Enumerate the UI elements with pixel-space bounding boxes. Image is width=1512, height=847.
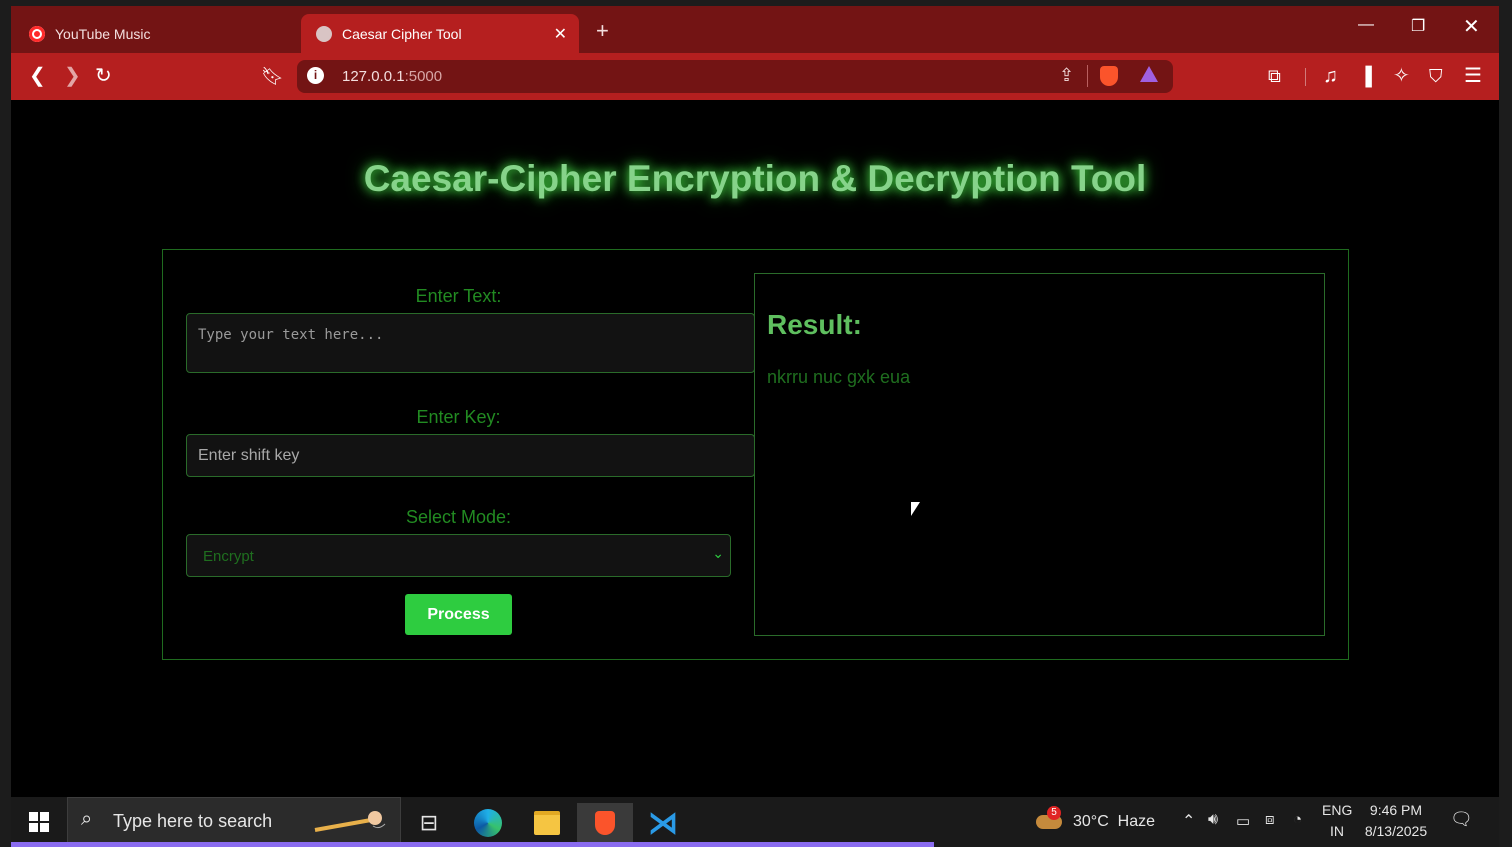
brave-browser-icon[interactable] bbox=[577, 803, 633, 843]
divider bbox=[1087, 65, 1088, 87]
loading-progress-bar bbox=[11, 842, 934, 847]
text-input[interactable]: Type your text here... bbox=[186, 313, 755, 373]
notification-icon[interactable]: 🗨︎ bbox=[1450, 809, 1473, 830]
mode-label: Select Mode: bbox=[405, 507, 512, 527]
vscode-icon[interactable]: ⋊ bbox=[641, 803, 685, 843]
mode-selected-value: Encrypt bbox=[203, 548, 254, 565]
language-indicator[interactable]: ENG IN bbox=[1322, 802, 1352, 839]
share-icon[interactable]: ⇪ bbox=[1059, 65, 1074, 86]
file-explorer-icon[interactable] bbox=[525, 803, 569, 843]
wifi-icon[interactable]: ◔ bbox=[1293, 811, 1302, 828]
brave-shields-icon[interactable] bbox=[1100, 66, 1118, 86]
process-button[interactable]: Process bbox=[405, 594, 512, 635]
key-label: Enter Key: bbox=[416, 407, 501, 427]
volume-icon[interactable]: 🔊︎ bbox=[1208, 811, 1218, 829]
mode-select[interactable]: Encrypt ⌄ bbox=[186, 534, 731, 577]
text-label: Enter Text: bbox=[415, 286, 502, 306]
tab-caesar-cipher[interactable]: Caesar Cipher Tool ✕ bbox=[301, 14, 579, 53]
toolbar-divider bbox=[1305, 68, 1306, 86]
clock-date: 8/13/2025 bbox=[1364, 823, 1428, 839]
vpn-icon[interactable]: ⛉ bbox=[1429, 64, 1443, 88]
weather-icon[interactable]: 5 bbox=[1036, 806, 1062, 833]
reload-icon[interactable]: ↻ bbox=[95, 64, 112, 88]
browser-tab-strip: YouTube Music Caesar Cipher Tool ✕ + — ❐… bbox=[11, 6, 1499, 53]
taskbar-search-box[interactable]: ⌕ Type here to search bbox=[67, 797, 401, 844]
address-bar[interactable]: i 127.0.0.1:5000 ⇪ bbox=[297, 60, 1173, 93]
language-code: ENG bbox=[1322, 802, 1353, 818]
menu-icon[interactable]: ☰ bbox=[1464, 64, 1482, 88]
restore-icon[interactable]: ❐ bbox=[1411, 16, 1425, 36]
back-icon[interactable]: ❮ bbox=[29, 64, 46, 88]
browser-toolbar: ❮ ❯ ↻ 🔖︎ i 127.0.0.1:5000 ⇪ ⧉ ♫ ▐ ✧ ⛉ ☰ bbox=[11, 53, 1499, 100]
task-view-icon[interactable]: ⊟ bbox=[407, 803, 451, 843]
clock[interactable]: 9:46 PM 8/13/2025 bbox=[1356, 802, 1436, 839]
globe-icon bbox=[316, 25, 332, 42]
cipher-panel: Enter Text: Type your text here... Enter… bbox=[162, 249, 1349, 660]
windows-start-icon[interactable] bbox=[29, 812, 49, 832]
chevron-down-icon: ⌄ bbox=[712, 545, 724, 561]
close-window-icon[interactable]: ✕ bbox=[1463, 14, 1480, 39]
youtube-music-icon bbox=[29, 25, 45, 42]
minimize-icon[interactable]: — bbox=[1358, 16, 1374, 34]
tab-title: YouTube Music bbox=[55, 25, 151, 42]
edge-icon[interactable] bbox=[466, 803, 510, 843]
music-icon[interactable]: ♫ bbox=[1323, 64, 1338, 88]
search-icon: ⌕ bbox=[81, 808, 93, 830]
text-input-placeholder: Type your text here... bbox=[198, 327, 384, 343]
search-placeholder: Type here to search bbox=[113, 811, 273, 831]
tab-search-icon[interactable]: ⧉ bbox=[1268, 64, 1281, 88]
tab-youtube-music[interactable]: YouTube Music bbox=[29, 14, 299, 53]
search-highlight-illustration bbox=[313, 808, 393, 838]
page-content: Caesar-Cipher Encryption & Decryption To… bbox=[11, 100, 1499, 797]
region-code: IN bbox=[1330, 823, 1344, 839]
page-title: Caesar-Cipher Encryption & Decryption To… bbox=[363, 158, 1147, 199]
url-port: :5000 bbox=[404, 68, 443, 85]
show-hidden-icons-icon[interactable]: ⌃ bbox=[1182, 811, 1195, 831]
bookmark-icon[interactable]: 🔖︎ bbox=[261, 64, 284, 88]
tab-title: Caesar Cipher Tool bbox=[342, 25, 462, 42]
shift-key-input[interactable]: Enter shift key bbox=[186, 434, 755, 477]
close-tab-icon[interactable]: ✕ bbox=[554, 24, 567, 44]
meet-icon[interactable]: ⧈ bbox=[1265, 811, 1275, 828]
clock-time: 9:46 PM bbox=[1369, 802, 1423, 818]
result-panel: Result: nkrru nuc gxk eua bbox=[754, 273, 1325, 636]
result-output: nkrru nuc gxk eua bbox=[767, 367, 911, 387]
site-info-icon[interactable]: i bbox=[307, 67, 324, 84]
leo-ai-icon[interactable]: ✧ bbox=[1393, 64, 1410, 88]
url-text: 127.0.0.1:5000 bbox=[342, 68, 442, 85]
windows-taskbar: ⌕ Type here to search ⊟ ⋊ 5 30°C Haze ⌃ … bbox=[11, 797, 1499, 847]
weather-text[interactable]: 30°C Haze bbox=[1073, 813, 1155, 831]
battery-icon[interactable]: ▭ bbox=[1236, 812, 1250, 830]
url-host: 127.0.0.1 bbox=[342, 68, 405, 85]
mouse-cursor-icon bbox=[911, 502, 920, 516]
sidebar-icon[interactable]: ▐ bbox=[1359, 64, 1372, 88]
key-input-placeholder: Enter shift key bbox=[198, 447, 300, 464]
weather-badge: 5 bbox=[1047, 806, 1061, 820]
brave-rewards-icon[interactable] bbox=[1140, 66, 1158, 82]
forward-icon[interactable]: ❯ bbox=[64, 64, 81, 88]
result-heading: Result: bbox=[767, 309, 862, 340]
new-tab-icon[interactable]: + bbox=[596, 18, 609, 44]
